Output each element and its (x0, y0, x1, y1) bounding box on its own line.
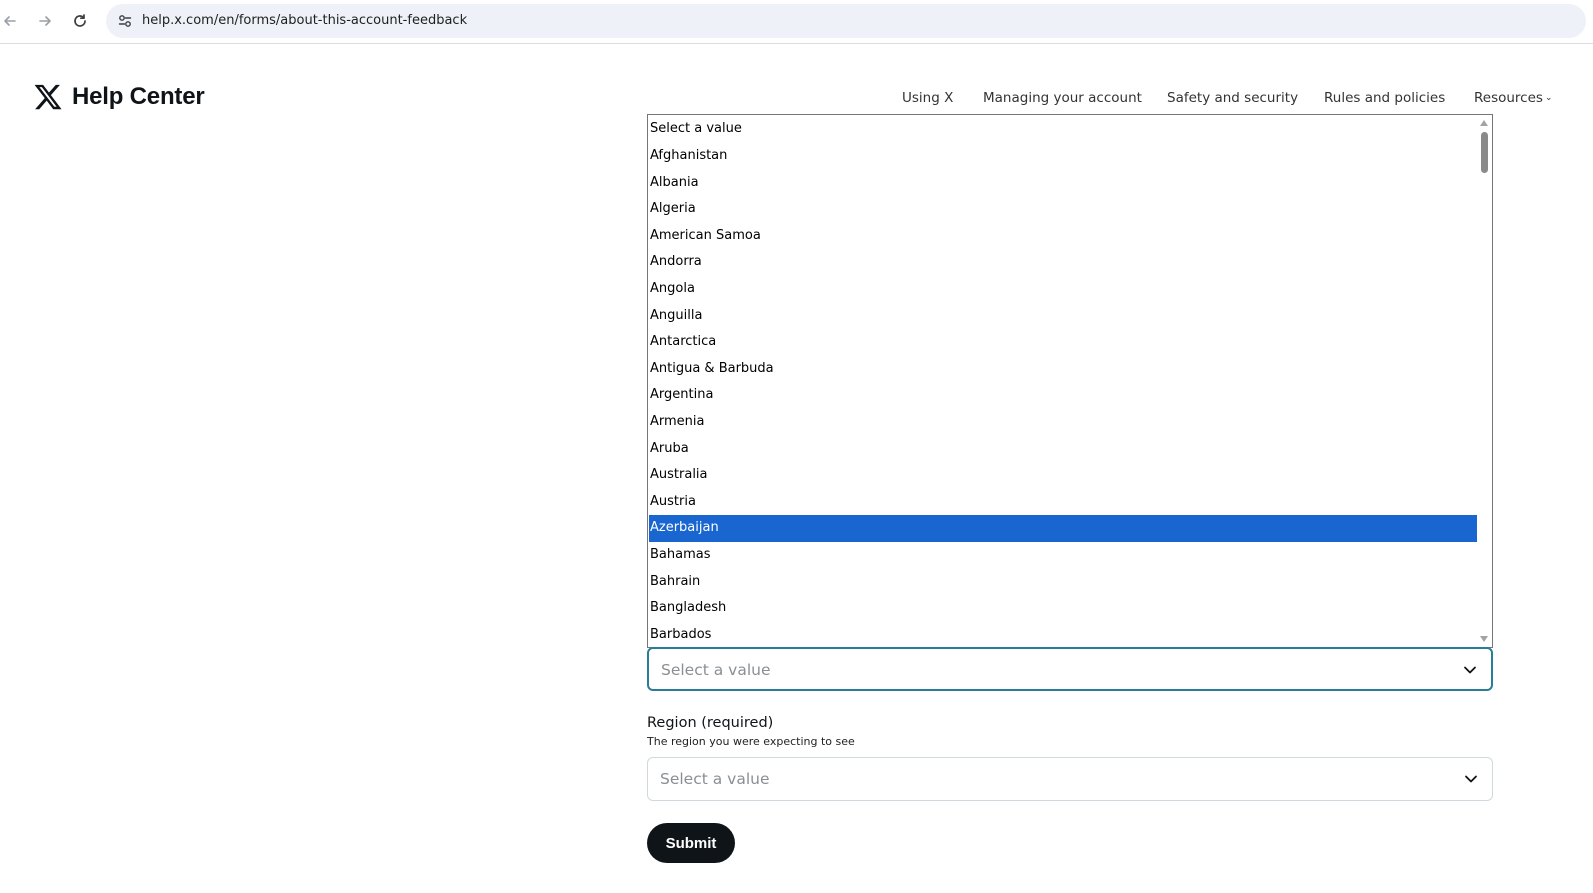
listbox-option[interactable]: Bahrain (649, 569, 1477, 596)
country-select-value: Select a value (661, 661, 771, 679)
nav-resources[interactable]: Resources ⌄ (1474, 90, 1553, 106)
reload-button[interactable] (68, 9, 92, 33)
nav-resources-label: Resources (1474, 90, 1543, 106)
listbox-option[interactable]: Barbados (649, 622, 1477, 647)
scroll-down-arrow-icon[interactable] (1480, 636, 1488, 642)
listbox-option[interactable]: Algeria (649, 196, 1477, 223)
listbox-scrollbar[interactable] (1477, 115, 1492, 647)
chevron-down-icon (1465, 775, 1477, 783)
x-logo-icon[interactable] (33, 82, 63, 112)
listbox-option[interactable]: Austria (649, 489, 1477, 516)
nav-using-x[interactable]: Using X (902, 90, 953, 106)
submit-button[interactable]: Submit (647, 823, 735, 863)
site-settings-icon[interactable] (116, 12, 134, 30)
site-title[interactable]: Help Center (72, 83, 205, 111)
listbox-option[interactable]: Bahamas (649, 542, 1477, 569)
address-bar[interactable]: help.x.com/en/forms/about-this-account-f… (106, 4, 1586, 38)
region-label: Region (required) (647, 715, 773, 731)
country-listbox[interactable]: Select a value Afghanistan Albania Alger… (647, 114, 1493, 648)
listbox-option[interactable]: Anguilla (649, 303, 1477, 330)
listbox-option[interactable]: Bangladesh (649, 595, 1477, 622)
listbox-option[interactable]: Antigua & Barbuda (649, 356, 1477, 383)
arrow-left-icon (4, 16, 16, 26)
listbox-option[interactable]: Andorra (649, 249, 1477, 276)
listbox-option-highlighted[interactable]: Azerbaijan (649, 515, 1477, 542)
listbox-option[interactable]: Select a value (649, 116, 1477, 143)
listbox-option[interactable]: Armenia (649, 409, 1477, 436)
scroll-thumb[interactable] (1481, 132, 1488, 173)
listbox-option[interactable]: Afghanistan (649, 143, 1477, 170)
country-select[interactable]: Select a value (647, 647, 1493, 691)
listbox-option[interactable]: Antarctica (649, 329, 1477, 356)
chevron-down-icon: ⌄ (1544, 93, 1553, 103)
required-indicator: (required) (701, 715, 774, 731)
back-button[interactable] (0, 9, 22, 33)
listbox-option[interactable]: Argentina (649, 382, 1477, 409)
scroll-up-arrow-icon[interactable] (1480, 120, 1488, 126)
listbox-option[interactable]: Angola (649, 276, 1477, 303)
region-help-text: The region you were expecting to see (647, 735, 855, 748)
listbox-option[interactable]: Aruba (649, 436, 1477, 463)
listbox-option[interactable]: American Samoa (649, 223, 1477, 250)
chevron-down-icon (1464, 666, 1476, 674)
forward-button[interactable] (33, 9, 57, 33)
region-label-text: Region (647, 715, 697, 731)
region-select[interactable]: Select a value (647, 757, 1493, 801)
nav-managing-account[interactable]: Managing your account (983, 90, 1142, 106)
region-select-value: Select a value (660, 770, 770, 788)
listbox-option[interactable]: Australia (649, 462, 1477, 489)
browser-toolbar: help.x.com/en/forms/about-this-account-f… (0, 0, 1593, 44)
nav-rules-policies[interactable]: Rules and policies (1324, 90, 1445, 106)
reload-icon (74, 14, 86, 27)
nav-safety-security[interactable]: Safety and security (1167, 90, 1298, 106)
url-text[interactable]: help.x.com/en/forms/about-this-account-f… (142, 13, 467, 28)
arrow-right-icon (39, 16, 51, 26)
listbox-option[interactable]: Albania (649, 170, 1477, 197)
